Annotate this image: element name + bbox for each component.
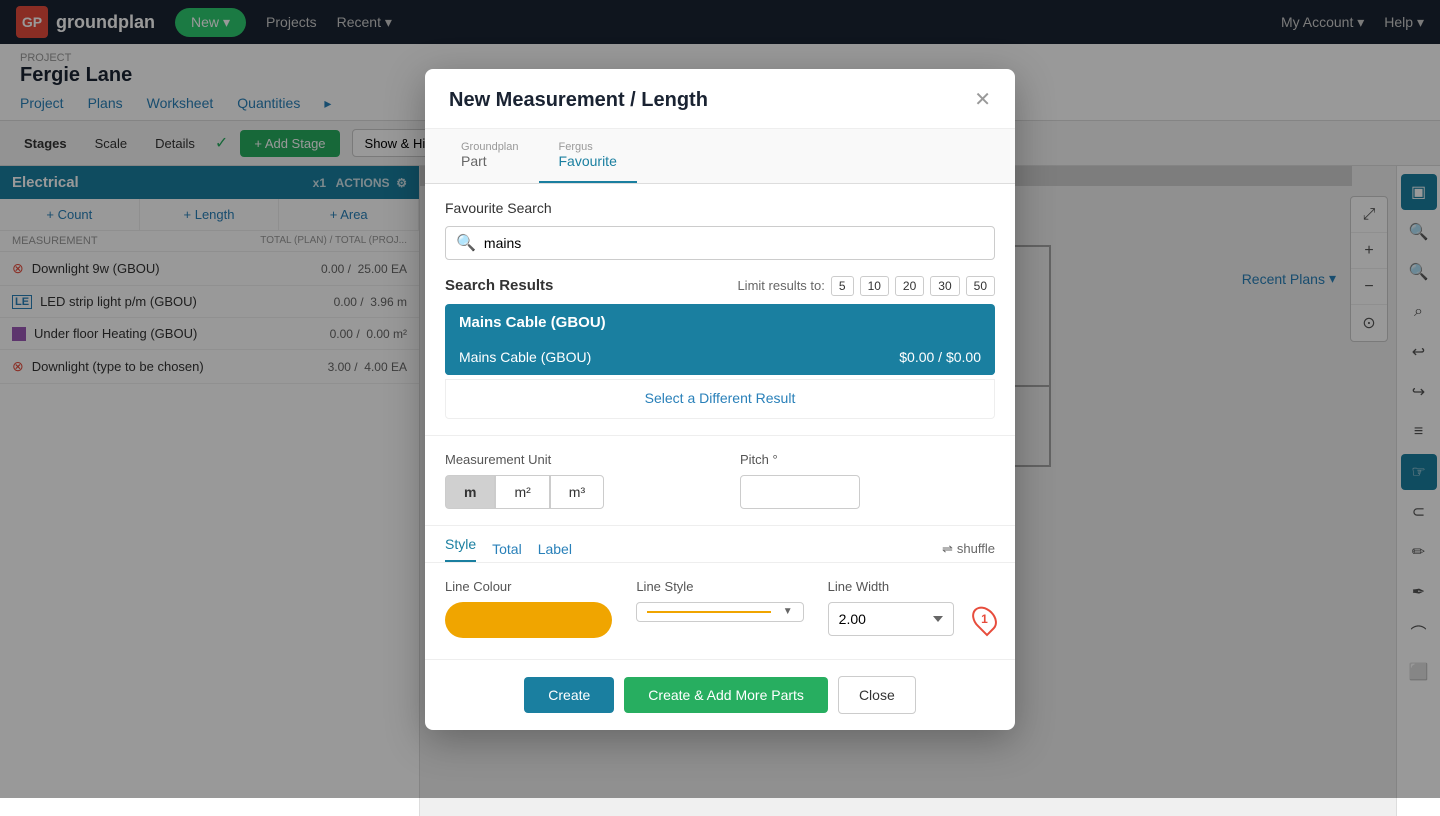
unit-buttons: m m² m³ [445, 475, 700, 509]
pin-number: 1 [981, 612, 988, 626]
line-colour-label: Line Colour [445, 579, 612, 594]
limit-10-button[interactable]: 10 [860, 276, 889, 296]
line-style-field: Line Style [636, 579, 803, 643]
select-different-link[interactable]: Select a Different Result [645, 390, 796, 406]
modal-title: New Measurement / Length [449, 89, 708, 112]
style-tabs-nav: Style Total Label ⇌ shuffle [425, 526, 1015, 563]
pitch-input[interactable] [740, 475, 860, 509]
pitch-label: Pitch ° [740, 452, 995, 467]
line-style-select[interactable] [636, 602, 803, 622]
modal-overlay: New Measurement / Length ✕ Groundplan Pa… [0, 0, 1440, 798]
create-button[interactable]: Create [524, 677, 614, 713]
unit-m-button[interactable]: m [445, 475, 495, 509]
line-colour-swatch[interactable] [445, 602, 612, 638]
search-results-header: Search Results Limit results to: 5 10 20… [445, 276, 995, 296]
tab-groundplan-part[interactable]: Groundplan Part [441, 129, 539, 183]
style-tab-label[interactable]: Label [538, 541, 572, 557]
style-content: Line Colour Line Style Line Width [425, 563, 1015, 659]
close-button[interactable]: Close [838, 676, 916, 714]
unit-m3-button[interactable]: m³ [550, 475, 604, 509]
limit-50-button[interactable]: 50 [966, 276, 995, 296]
line-style-label: Line Style [636, 579, 803, 594]
shuffle-icon: ⇌ [942, 541, 953, 557]
result-card-header: Mains Cable (GBOU) [445, 304, 995, 341]
unit-group: Measurement Unit m m² m³ [445, 452, 700, 509]
modal-header: New Measurement / Length ✕ [425, 69, 1015, 129]
unit-label: Measurement Unit [445, 452, 700, 467]
style-tab-style[interactable]: Style [445, 536, 476, 562]
search-icon: 🔍 [456, 233, 476, 253]
style-tab-total[interactable]: Total [492, 541, 522, 557]
line-preview [647, 611, 770, 613]
line-width-field: Line Width 2.00 1.00 3.00 4.00 1 [828, 579, 995, 643]
new-measurement-modal: New Measurement / Length ✕ Groundplan Pa… [425, 69, 1015, 730]
measurement-unit-section: Measurement Unit m m² m³ Pitch ° [425, 435, 1015, 525]
line-width-select[interactable]: 2.00 1.00 3.00 4.00 [828, 602, 954, 636]
search-input-wrap: 🔍 [445, 226, 995, 260]
search-results-title: Search Results [445, 277, 553, 294]
select-different: Select a Different Result [445, 379, 995, 419]
pin-badge: 1 [967, 601, 1002, 636]
shuffle-button[interactable]: ⇌ shuffle [942, 541, 995, 557]
modal-footer: Create Create & Add More Parts Close [425, 659, 1015, 730]
line-colour-field: Line Colour [445, 579, 612, 643]
modal-tabs: Groundplan Part Fergus Favourite [425, 129, 1015, 184]
tab-fergus-favourite[interactable]: Fergus Favourite [539, 129, 637, 183]
result-card-row: Mains Cable (GBOU) $0.00 / $0.00 [445, 341, 995, 375]
favourite-search-label: Favourite Search [445, 200, 995, 216]
favourite-search-section: Favourite Search 🔍 [425, 184, 1015, 276]
limit-5-button[interactable]: 5 [831, 276, 854, 296]
favourite-search-input[interactable] [484, 235, 984, 251]
result-card[interactable]: Mains Cable (GBOU) Mains Cable (GBOU) $0… [445, 304, 995, 375]
unit-m2-button[interactable]: m² [495, 475, 549, 509]
line-width-label: Line Width [828, 579, 995, 594]
limit-20-button[interactable]: 20 [895, 276, 924, 296]
limit-30-button[interactable]: 30 [930, 276, 959, 296]
style-section: Style Total Label ⇌ shuffle Line Colour [425, 525, 1015, 659]
search-results-section: Search Results Limit results to: 5 10 20… [425, 276, 1015, 435]
pitch-group: Pitch ° [740, 452, 995, 509]
modal-close-button[interactable]: ✕ [974, 90, 991, 110]
limit-results: Limit results to: 5 10 20 30 50 [737, 276, 995, 296]
create-add-more-button[interactable]: Create & Add More Parts [624, 677, 828, 713]
style-row: Line Colour Line Style Line Width [445, 579, 995, 643]
